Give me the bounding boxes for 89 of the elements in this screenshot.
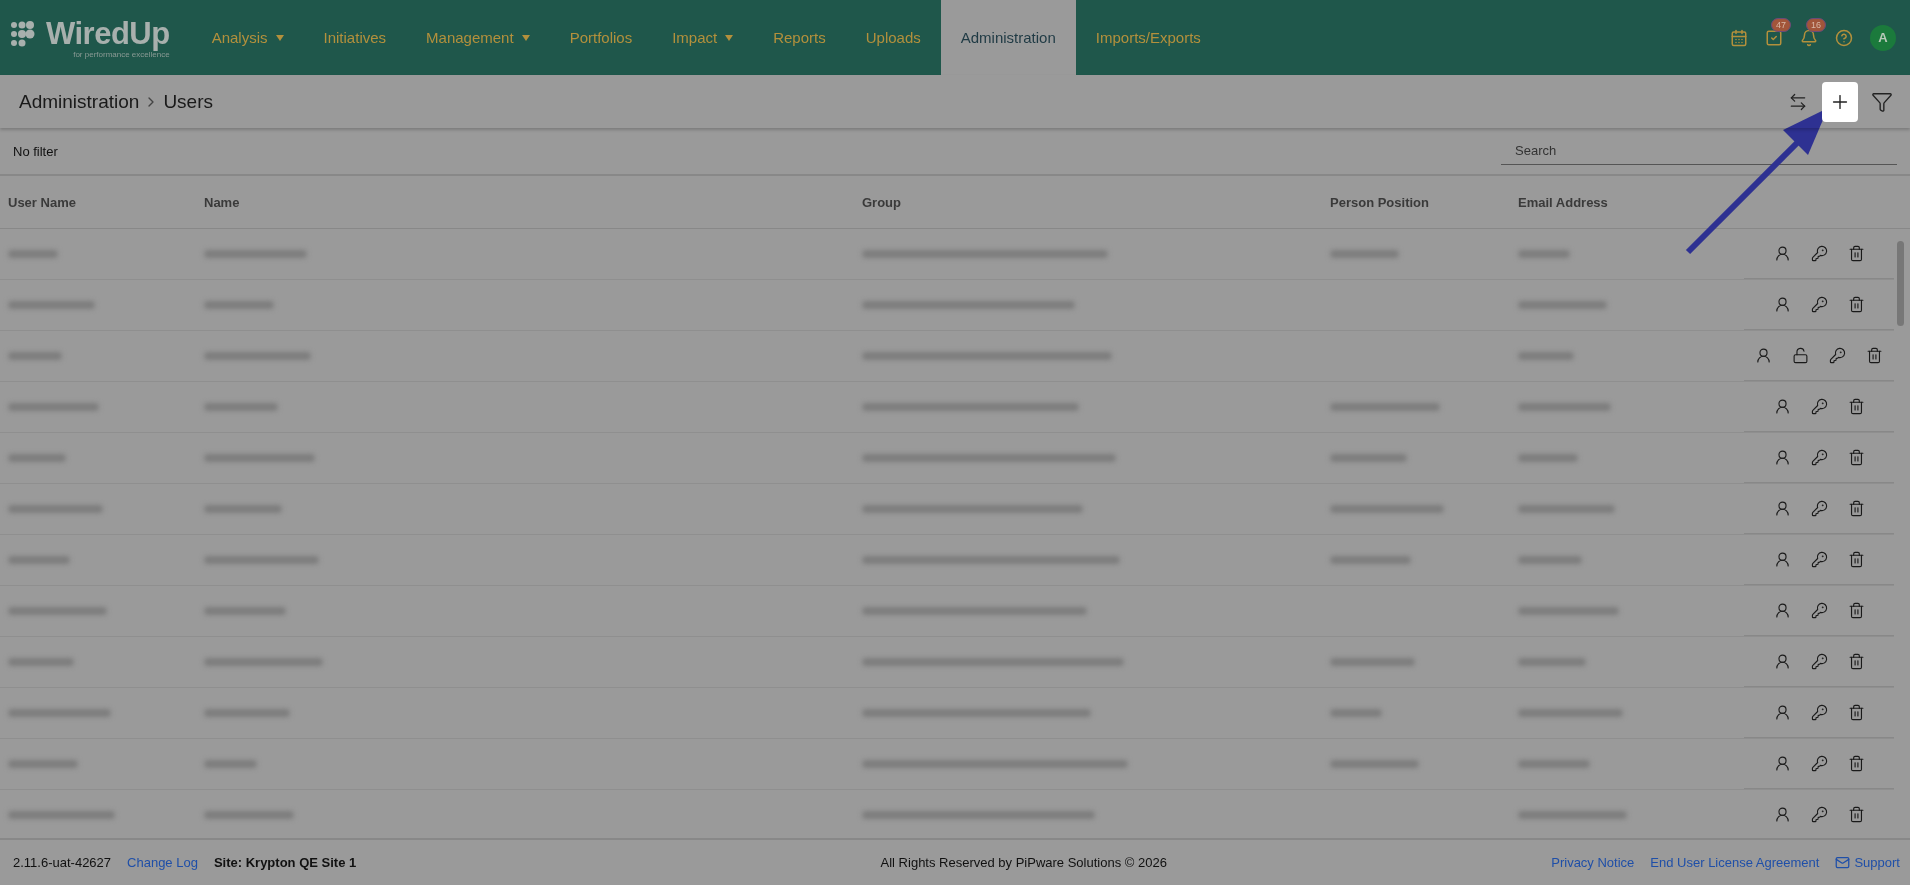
change-log-link[interactable]: Change Log bbox=[127, 855, 198, 870]
redacted-text bbox=[8, 454, 66, 462]
key-icon[interactable] bbox=[1810, 500, 1828, 517]
key-icon[interactable] bbox=[1810, 653, 1828, 670]
bell-icon[interactable] bbox=[1800, 28, 1818, 47]
user-icon[interactable] bbox=[1755, 347, 1772, 364]
user-icon[interactable] bbox=[1773, 551, 1791, 568]
key-icon[interactable] bbox=[1810, 755, 1828, 772]
redacted-text bbox=[8, 556, 70, 564]
filter-icon bbox=[1871, 90, 1893, 113]
user-avatar[interactable]: A bbox=[1870, 24, 1896, 51]
redacted-text bbox=[1518, 352, 1574, 360]
user-icon[interactable] bbox=[1773, 245, 1791, 262]
trash-icon[interactable] bbox=[1847, 602, 1865, 619]
key-icon[interactable] bbox=[1810, 806, 1828, 823]
redacted-text bbox=[1518, 658, 1586, 666]
footer-link[interactable]: End User License Agreement bbox=[1650, 855, 1820, 870]
key-icon[interactable] bbox=[1810, 551, 1828, 568]
column-header[interactable]: Email Address bbox=[1518, 194, 1742, 210]
redacted-text bbox=[8, 352, 62, 360]
nav-tab[interactable]: Impact bbox=[652, 0, 754, 75]
redacted-text bbox=[204, 760, 257, 768]
user-icon[interactable] bbox=[1773, 398, 1791, 415]
user-icon[interactable] bbox=[1773, 449, 1791, 466]
key-icon[interactable] bbox=[1810, 449, 1828, 466]
nav-tab[interactable]: Portfolios bbox=[549, 0, 653, 75]
logo-tagline: for performance excellence bbox=[73, 50, 170, 59]
breadcrumb-item: Users bbox=[163, 90, 213, 113]
trash-icon[interactable] bbox=[1847, 449, 1865, 466]
nav-tab[interactable]: Uploads bbox=[845, 0, 941, 75]
user-icon[interactable] bbox=[1773, 653, 1791, 670]
trash-icon[interactable] bbox=[1847, 755, 1865, 772]
user-icon[interactable] bbox=[1773, 500, 1791, 517]
trash-icon[interactable] bbox=[1847, 653, 1865, 670]
count-badge: 47 bbox=[1771, 17, 1791, 32]
support-link[interactable]: Support bbox=[1835, 855, 1900, 870]
nav-tab[interactable]: Initiatives bbox=[303, 0, 407, 75]
user-icon[interactable] bbox=[1773, 755, 1791, 772]
redacted-text bbox=[8, 250, 58, 258]
site-name: Site: Krypton QE Site 1 bbox=[213, 855, 357, 870]
redacted-text bbox=[1518, 760, 1590, 768]
key-icon[interactable] bbox=[1810, 398, 1828, 415]
user-icon[interactable] bbox=[1773, 602, 1791, 619]
key-icon[interactable] bbox=[1829, 347, 1846, 364]
column-header[interactable]: Group bbox=[862, 194, 1330, 210]
key-icon[interactable] bbox=[1810, 245, 1828, 262]
redacted-text bbox=[1518, 556, 1582, 564]
trash-icon[interactable] bbox=[1847, 398, 1865, 415]
column-header[interactable]: Name bbox=[204, 194, 862, 210]
help-icon[interactable] bbox=[1835, 28, 1853, 47]
logo-text: WiredUp bbox=[46, 16, 170, 52]
trash-icon[interactable] bbox=[1847, 500, 1865, 517]
key-icon[interactable] bbox=[1810, 704, 1828, 721]
unlock-icon[interactable] bbox=[1792, 347, 1809, 364]
nav-tab[interactable]: Administration bbox=[940, 0, 1076, 75]
filter-status: No filter bbox=[13, 143, 58, 159]
envelope-icon bbox=[1835, 855, 1851, 870]
redacted-text bbox=[8, 760, 78, 768]
column-header[interactable]: Person Position bbox=[1330, 194, 1518, 210]
key-icon[interactable] bbox=[1810, 602, 1828, 619]
copyright-text: All Rights Reserved by PiPware Solutions © 2026 bbox=[879, 855, 1167, 870]
key-icon[interactable] bbox=[1810, 296, 1828, 313]
footer-link[interactable]: Privacy Notice bbox=[1551, 855, 1635, 870]
trash-icon[interactable] bbox=[1847, 551, 1865, 568]
swap-arrows-icon bbox=[1788, 91, 1808, 112]
redacted-text bbox=[204, 301, 274, 309]
trash-icon[interactable] bbox=[1866, 347, 1883, 364]
version-text: 2.11.6-uat-42627 bbox=[13, 855, 112, 870]
redacted-text bbox=[8, 658, 74, 666]
count-badge: 16 bbox=[1806, 17, 1826, 32]
add-button[interactable] bbox=[1822, 81, 1858, 122]
column-header[interactable]: User Name bbox=[8, 194, 204, 210]
redacted-text bbox=[1518, 454, 1578, 462]
trash-icon[interactable] bbox=[1847, 806, 1865, 823]
redacted-text bbox=[1518, 250, 1570, 258]
scrollbar-thumb[interactable] bbox=[1897, 241, 1904, 326]
user-icon[interactable] bbox=[1773, 704, 1791, 721]
trash-icon[interactable] bbox=[1847, 245, 1865, 262]
trash-icon[interactable] bbox=[1847, 704, 1865, 721]
calendar-icon[interactable] bbox=[1730, 28, 1748, 47]
nav-tab[interactable]: Reports bbox=[753, 0, 846, 75]
trash-icon[interactable] bbox=[1847, 296, 1865, 313]
user-icon[interactable] bbox=[1773, 296, 1791, 313]
nav-tab[interactable]: Management bbox=[406, 0, 550, 75]
breadcrumb-item[interactable]: Administration bbox=[19, 90, 140, 113]
nav-tab[interactable]: Imports/Exports bbox=[1075, 0, 1221, 75]
nav-tab[interactable]: Analysis bbox=[191, 0, 304, 75]
checkbox-icon[interactable] bbox=[1765, 28, 1783, 47]
user-icon[interactable] bbox=[1773, 806, 1791, 823]
